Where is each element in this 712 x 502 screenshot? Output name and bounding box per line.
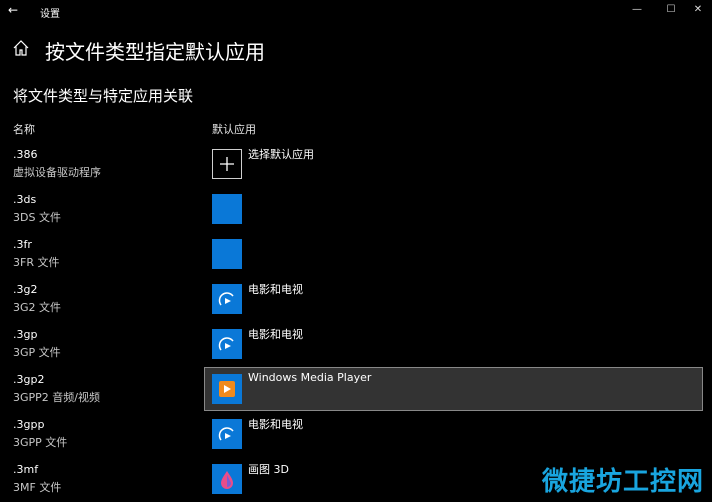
file-description: 3DS 文件 <box>13 211 61 224</box>
file-description: 3GPP2 音频/视频 <box>13 391 100 404</box>
watermark: 微捷坊工控网 <box>541 467 704 497</box>
back-arrow-icon[interactable]: ← <box>8 3 22 17</box>
file-description: 3G2 文件 <box>13 301 62 314</box>
app-name: 选择默认应用 <box>248 148 314 161</box>
file-extension: .3g2 <box>13 283 38 296</box>
window-title: 设置 <box>40 9 60 20</box>
app-name: 画图 3D <box>248 463 289 476</box>
file-description: 虚拟设备驱动程序 <box>13 166 101 179</box>
file-description: 3MF 文件 <box>13 481 62 494</box>
app-name: 电影和电视 <box>248 418 303 431</box>
media-player-icon <box>212 374 242 404</box>
paint-3d-icon <box>212 464 242 494</box>
plus-icon <box>212 149 242 179</box>
close-button[interactable]: ✕ <box>681 0 712 20</box>
blank-app-icon <box>212 239 242 269</box>
app-name: Windows Media Player <box>248 371 372 384</box>
default-app-button[interactable] <box>204 187 703 231</box>
file-extension: .3gpp <box>13 418 45 431</box>
app-name: 电影和电视 <box>248 283 303 296</box>
file-extension: .386 <box>13 148 38 161</box>
file-description: 3GPP 文件 <box>13 436 68 449</box>
file-description: 3GP 文件 <box>13 346 61 359</box>
column-header-default-app: 默认应用 <box>212 123 256 136</box>
file-extension: .3gp2 <box>13 373 45 386</box>
movies-tv-icon <box>212 284 242 314</box>
blank-app-icon <box>212 194 242 224</box>
page-header: 按文件类型指定默认应用 <box>0 30 712 70</box>
file-extension: .3mf <box>13 463 39 476</box>
app-name: 电影和电视 <box>248 328 303 341</box>
default-app-button[interactable] <box>204 232 703 276</box>
movies-tv-icon <box>212 419 242 449</box>
file-description: 3FR 文件 <box>13 256 60 269</box>
default-app-button[interactable]: 电影和电视 <box>204 277 703 321</box>
movies-tv-icon <box>212 329 242 359</box>
section-title: 将文件类型与特定应用关联 <box>13 87 194 105</box>
column-header-name: 名称 <box>13 123 35 136</box>
default-app-button[interactable]: Windows Media Player <box>204 367 703 411</box>
home-icon[interactable] <box>12 39 32 59</box>
default-app-button[interactable]: 电影和电视 <box>204 412 703 456</box>
minimize-button[interactable]: — <box>620 0 654 20</box>
file-extension: .3ds <box>13 193 37 206</box>
page-title: 按文件类型指定默认应用 <box>45 40 265 64</box>
title-bar: ← 设置 — ☐ ✕ <box>0 0 712 24</box>
default-app-button[interactable]: 选择默认应用 <box>204 142 703 186</box>
file-extension: .3fr <box>13 238 32 251</box>
file-extension: .3gp <box>13 328 38 341</box>
default-app-button[interactable]: 电影和电视 <box>204 322 703 366</box>
